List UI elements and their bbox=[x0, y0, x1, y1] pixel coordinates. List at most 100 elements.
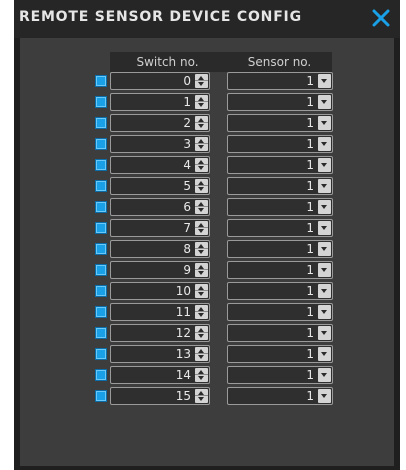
table-row: 91 bbox=[91, 261, 335, 279]
sensor-number-dropdown[interactable]: 1 bbox=[227, 219, 333, 237]
sensor-number-dropdown[interactable]: 1 bbox=[227, 324, 333, 342]
switch-number-spinbox[interactable]: 7 bbox=[110, 219, 210, 237]
row-enable-checkbox[interactable] bbox=[95, 369, 107, 381]
sensor-number-dropdown[interactable]: 1 bbox=[227, 114, 333, 132]
sensor-number-dropdown[interactable]: 1 bbox=[227, 198, 333, 216]
table-row: 51 bbox=[91, 177, 335, 195]
close-button[interactable] bbox=[370, 7, 392, 29]
chevron-down-icon bbox=[318, 284, 331, 298]
switch-number-value: 2 bbox=[183, 116, 191, 130]
row-enable-checkbox[interactable] bbox=[95, 306, 107, 318]
sensor-number-dropdown[interactable]: 1 bbox=[227, 156, 333, 174]
table-row: 12 1 bbox=[91, 324, 335, 342]
row-enable-checkbox[interactable] bbox=[95, 96, 107, 108]
sensor-number-value: 1 bbox=[306, 137, 314, 151]
sensor-number-value: 1 bbox=[306, 116, 314, 130]
switch-number-spinbox[interactable]: 0 bbox=[110, 72, 210, 90]
table-row: 21 bbox=[91, 114, 335, 132]
row-enable-checkbox[interactable] bbox=[95, 159, 107, 171]
spin-up-down-icon[interactable] bbox=[195, 389, 208, 403]
chevron-down-icon bbox=[318, 263, 331, 277]
spin-up-down-icon[interactable] bbox=[195, 137, 208, 151]
sensor-number-dropdown[interactable]: 1 bbox=[227, 177, 333, 195]
dialog-titlebar: REMOTE SENSOR DEVICE CONFIG bbox=[14, 0, 400, 38]
spin-up-down-icon[interactable] bbox=[195, 326, 208, 340]
sensor-number-value: 1 bbox=[306, 326, 314, 340]
sensor-number-value: 1 bbox=[306, 95, 314, 109]
switch-number-spinbox[interactable]: 11 bbox=[110, 303, 210, 321]
row-enable-checkbox[interactable] bbox=[95, 201, 107, 213]
row-enable-checkbox[interactable] bbox=[95, 138, 107, 150]
switch-number-spinbox[interactable]: 4 bbox=[110, 156, 210, 174]
table-row: 11 bbox=[91, 93, 335, 111]
row-enable-checkbox[interactable] bbox=[95, 75, 107, 87]
table-row: 61 bbox=[91, 198, 335, 216]
row-enable-checkbox[interactable] bbox=[95, 390, 107, 402]
row-enable-checkbox[interactable] bbox=[95, 327, 107, 339]
chevron-down-icon bbox=[318, 389, 331, 403]
switch-number-value: 0 bbox=[183, 74, 191, 88]
sensor-number-value: 1 bbox=[306, 305, 314, 319]
sensor-number-dropdown[interactable]: 1 bbox=[227, 135, 333, 153]
chevron-down-icon bbox=[318, 200, 331, 214]
spin-up-down-icon[interactable] bbox=[195, 179, 208, 193]
switch-number-value: 15 bbox=[175, 389, 191, 403]
chevron-down-icon bbox=[318, 137, 331, 151]
row-enable-checkbox[interactable] bbox=[95, 285, 107, 297]
switch-number-spinbox[interactable]: 5 bbox=[110, 177, 210, 195]
spin-up-down-icon[interactable] bbox=[195, 200, 208, 214]
spin-up-down-icon[interactable] bbox=[195, 263, 208, 277]
table-row: 31 bbox=[91, 135, 335, 153]
switch-number-spinbox[interactable]: 12 bbox=[110, 324, 210, 342]
sensor-number-dropdown[interactable]: 1 bbox=[227, 387, 333, 405]
row-enable-checkbox[interactable] bbox=[95, 348, 107, 360]
spin-up-down-icon[interactable] bbox=[195, 221, 208, 235]
remote-sensor-config-dialog: REMOTE SENSOR DEVICE CONFIG Switch no. S… bbox=[14, 0, 400, 470]
switch-number-value: 5 bbox=[183, 179, 191, 193]
table-row: 71 bbox=[91, 219, 335, 237]
sensor-number-value: 1 bbox=[306, 368, 314, 382]
switch-sensor-table: Switch no. Sensor no. 011121314151617181… bbox=[91, 52, 335, 408]
spin-up-down-icon[interactable] bbox=[195, 305, 208, 319]
spin-up-down-icon[interactable] bbox=[195, 95, 208, 109]
sensor-number-dropdown[interactable]: 1 bbox=[227, 240, 333, 258]
switch-number-spinbox[interactable]: 8 bbox=[110, 240, 210, 258]
switch-number-value: 8 bbox=[183, 242, 191, 256]
sensor-number-dropdown[interactable]: 1 bbox=[227, 366, 333, 384]
row-enable-checkbox[interactable] bbox=[95, 264, 107, 276]
sensor-number-dropdown[interactable]: 1 bbox=[227, 282, 333, 300]
spin-up-down-icon[interactable] bbox=[195, 74, 208, 88]
switch-number-spinbox[interactable]: 10 bbox=[110, 282, 210, 300]
switch-number-spinbox[interactable]: 2 bbox=[110, 114, 210, 132]
chevron-down-icon bbox=[318, 74, 331, 88]
switch-number-spinbox[interactable]: 15 bbox=[110, 387, 210, 405]
switch-number-spinbox[interactable]: 6 bbox=[110, 198, 210, 216]
switch-number-value: 10 bbox=[175, 284, 191, 298]
sensor-number-value: 1 bbox=[306, 200, 314, 214]
spin-up-down-icon[interactable] bbox=[195, 368, 208, 382]
switch-number-spinbox[interactable]: 3 bbox=[110, 135, 210, 153]
switch-number-spinbox[interactable]: 1 bbox=[110, 93, 210, 111]
spin-up-down-icon[interactable] bbox=[195, 158, 208, 172]
spin-up-down-icon[interactable] bbox=[195, 347, 208, 361]
sensor-number-value: 1 bbox=[306, 263, 314, 277]
sensor-number-value: 1 bbox=[306, 74, 314, 88]
row-enable-checkbox[interactable] bbox=[95, 180, 107, 192]
row-enable-checkbox[interactable] bbox=[95, 222, 107, 234]
sensor-number-dropdown[interactable]: 1 bbox=[227, 261, 333, 279]
switch-number-value: 4 bbox=[183, 158, 191, 172]
sensor-number-dropdown[interactable]: 1 bbox=[227, 345, 333, 363]
sensor-number-dropdown[interactable]: 1 bbox=[227, 303, 333, 321]
switch-number-spinbox[interactable]: 9 bbox=[110, 261, 210, 279]
switch-number-spinbox[interactable]: 13 bbox=[110, 345, 210, 363]
spin-up-down-icon[interactable] bbox=[195, 116, 208, 130]
row-enable-checkbox[interactable] bbox=[95, 117, 107, 129]
sensor-number-value: 1 bbox=[306, 284, 314, 298]
sensor-number-dropdown[interactable]: 1 bbox=[227, 93, 333, 111]
row-enable-checkbox[interactable] bbox=[95, 243, 107, 255]
spin-up-down-icon[interactable] bbox=[195, 242, 208, 256]
switch-number-spinbox[interactable]: 14 bbox=[110, 366, 210, 384]
column-header-sensor: Sensor no. bbox=[247, 55, 312, 69]
spin-up-down-icon[interactable] bbox=[195, 284, 208, 298]
sensor-number-dropdown[interactable]: 1 bbox=[227, 72, 333, 90]
